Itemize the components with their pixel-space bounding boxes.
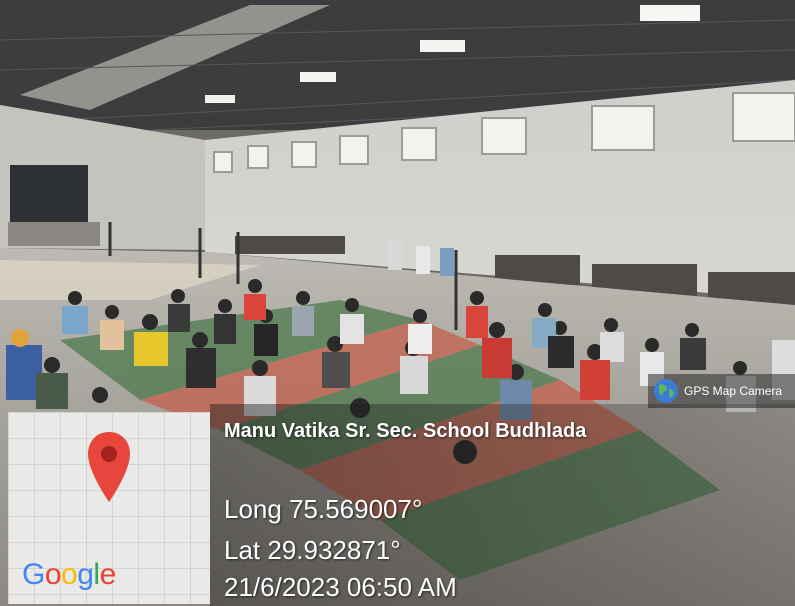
timestamp-text: 21/6/2023 06:50 AM [224, 572, 457, 602]
place-name: Manu Vatika Sr. Sec. School Budhlada [224, 420, 587, 442]
globe-icon [654, 379, 678, 403]
location-overlay: Manu Vatika Sr. Sec. School Budhlada Lon… [210, 404, 795, 606]
map-pin-icon [88, 432, 130, 502]
ceiling-light [300, 72, 336, 82]
ceiling-light [640, 5, 700, 21]
google-logo: Google [22, 558, 116, 591]
longitude-text: Long 75.569007° [224, 494, 423, 524]
ceiling-light [420, 40, 465, 52]
gps-camera-badge: GPS Map Camera [648, 374, 795, 408]
ceiling-light [205, 95, 235, 103]
gps-camera-label: GPS Map Camera [684, 384, 783, 398]
map-thumbnail: Google [8, 412, 210, 604]
latitude-text: Lat 29.932871° [224, 535, 401, 565]
door [10, 165, 88, 225]
